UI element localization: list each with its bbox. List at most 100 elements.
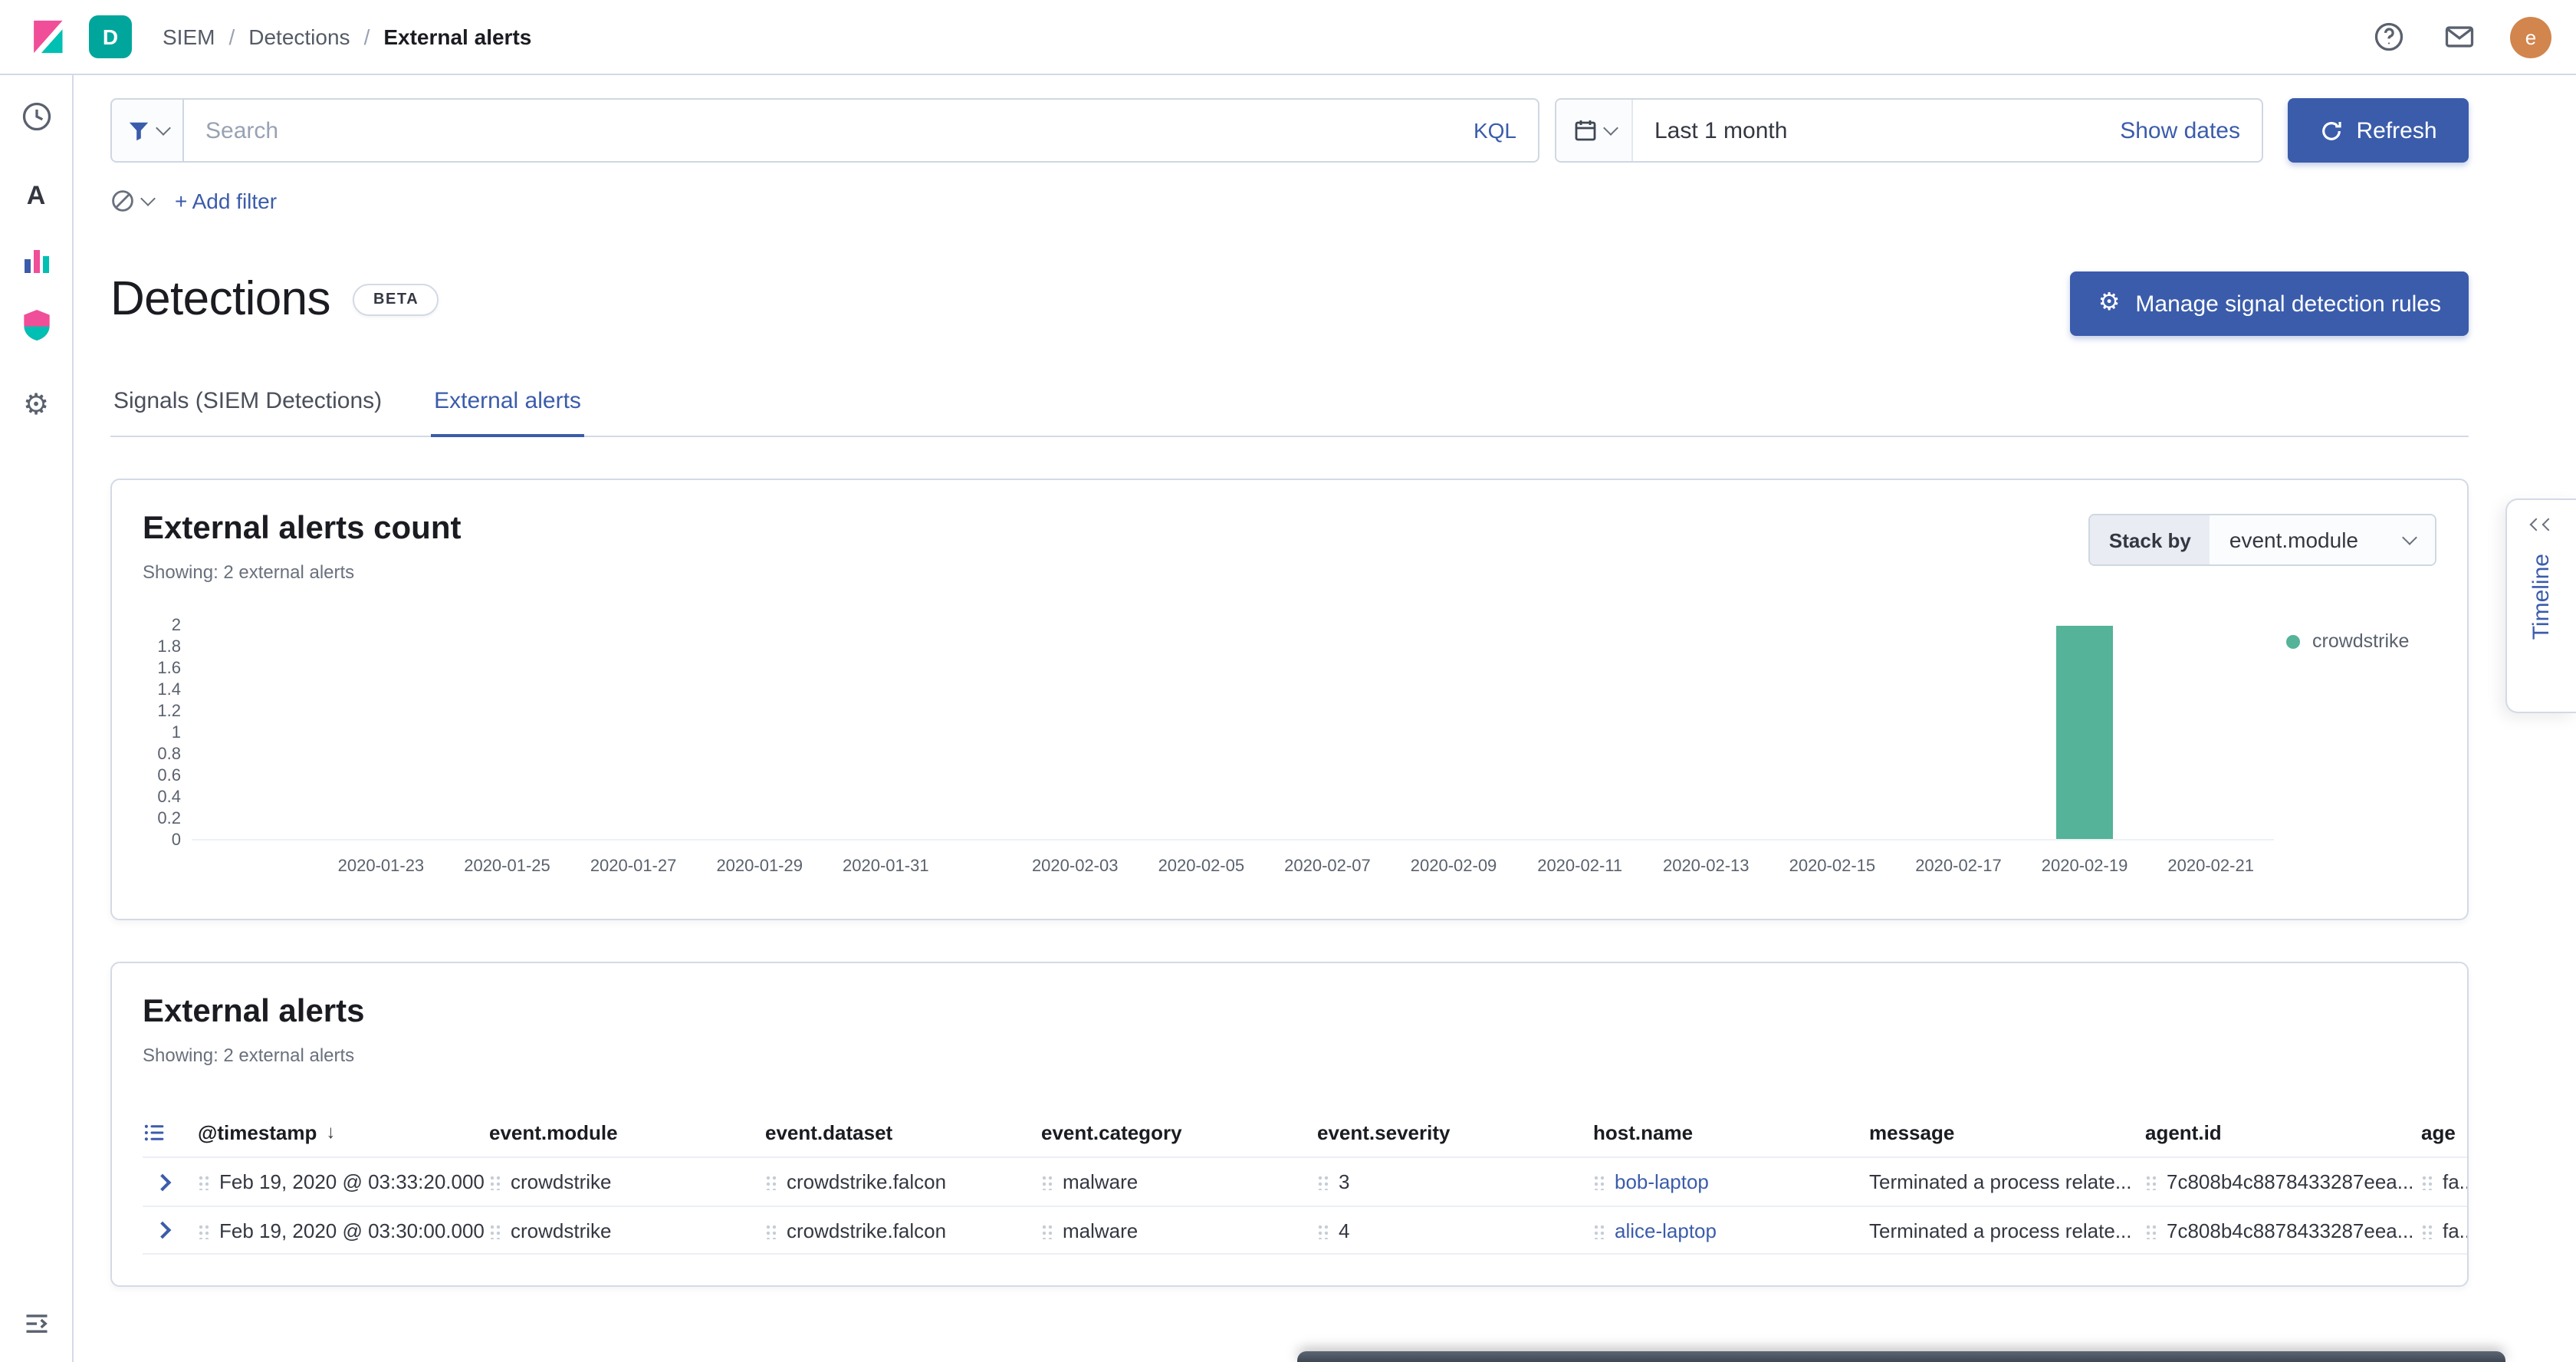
drag-handle-icon[interactable] [2145, 1173, 2156, 1190]
alerts-table-panel: External alerts Showing: 2 external aler… [110, 962, 2469, 1287]
timeline-flyout-toggle[interactable]: Timeline [2505, 498, 2576, 713]
drag-handle-icon[interactable] [2421, 1173, 2432, 1190]
saved-query-filter-icon [127, 119, 150, 142]
drag-handle-icon[interactable] [198, 1222, 209, 1239]
main-content: KQL Last 1 month Show dates Ref [74, 75, 2576, 1362]
refresh-icon [2319, 119, 2342, 142]
column-header[interactable]: @timestamp ↓ [198, 1120, 489, 1143]
management-gear-icon[interactable]: ⚙ [13, 382, 59, 428]
y-tick-label: 1.8 [157, 638, 181, 656]
cell-agent-id: 7c808b4c8878433287eea... [2145, 1170, 2421, 1193]
analytics-app-icon[interactable] [13, 238, 59, 284]
manage-rules-button[interactable]: ⚙ Manage signal detection rules [2071, 271, 2469, 336]
siem-app-icon[interactable] [13, 302, 59, 348]
chart-y-axis: 21.81.61.41.210.80.60.40.20 [143, 626, 192, 841]
alerts-count-showing: Showing: 2 external alerts [143, 561, 461, 583]
kql-toggle[interactable]: KQL [1474, 118, 1516, 143]
drag-handle-icon[interactable] [1041, 1222, 1052, 1239]
drag-handle-icon[interactable] [489, 1173, 500, 1190]
column-header[interactable]: message [1869, 1120, 2145, 1143]
column-header-label: message [1869, 1120, 1954, 1143]
tab-label: Signals (SIEM Detections) [113, 388, 382, 414]
drag-handle-icon[interactable] [489, 1222, 500, 1239]
help-icon[interactable] [2369, 17, 2409, 57]
x-tick-label: 2020-01-23 [338, 857, 425, 876]
x-tick-label: 2020-02-09 [1411, 857, 1497, 876]
column-header[interactable]: age [2421, 1120, 2467, 1143]
cell-event-dataset: crowdstrike.falcon [765, 1219, 1041, 1242]
column-header[interactable]: event.module [489, 1120, 765, 1143]
cell-agent-last: fa... [2421, 1219, 2467, 1242]
tab[interactable]: External alerts [431, 373, 584, 437]
time-range-value[interactable]: Last 1 month [1633, 117, 1787, 143]
drag-handle-icon[interactable] [1593, 1222, 1604, 1239]
y-tick-label: 0.6 [157, 767, 181, 785]
cell-message: Terminated a process relate... [1869, 1219, 2145, 1242]
timeline-bottom-bar[interactable] [1297, 1351, 2505, 1362]
drag-handle-icon[interactable] [1317, 1222, 1328, 1239]
breadcrumb-siem[interactable]: SIEM [163, 25, 215, 49]
cell-host-name: bob-laptop [1593, 1170, 1869, 1193]
drag-handle-icon[interactable] [1317, 1173, 1328, 1190]
x-tick-label: 2020-02-03 [1032, 857, 1119, 876]
cell-timestamp: Feb 19, 2020 @ 03:30:00.000 [198, 1219, 489, 1242]
top-bar: D SIEM / Detections / External alerts [0, 0, 2576, 75]
column-header[interactable]: event.severity [1317, 1120, 1593, 1143]
x-tick-label: 2020-02-05 [1158, 857, 1245, 876]
newsfeed-envelope-icon[interactable] [2440, 17, 2479, 57]
expand-row-button[interactable] [143, 1210, 182, 1250]
gear-icon: ⚙ [2098, 291, 2121, 316]
drag-handle-icon[interactable] [765, 1222, 776, 1239]
recently-viewed-clock-icon[interactable] [13, 94, 59, 140]
add-filter-link[interactable]: + Add filter [175, 189, 277, 213]
table-row: Feb 19, 2020 @ 03:33:20.000 crowdstrike … [143, 1156, 2467, 1206]
drag-handle-icon[interactable] [1593, 1173, 1604, 1190]
drag-handle-icon[interactable] [765, 1173, 776, 1190]
cell-event-severity: 4 [1317, 1219, 1593, 1242]
column-header-label: event.module [489, 1120, 618, 1143]
collapse-nav-icon[interactable] [13, 1301, 59, 1347]
drag-handle-icon[interactable] [2145, 1222, 2156, 1239]
y-tick-label: 0.2 [157, 810, 181, 828]
column-header[interactable]: event.dataset [765, 1120, 1041, 1143]
user-avatar[interactable]: e [2510, 16, 2551, 58]
refresh-button[interactable]: Refresh [2288, 98, 2469, 163]
breadcrumb-detections[interactable]: Detections [248, 25, 350, 49]
chevron-down-icon [2402, 529, 2417, 544]
chart-plot [192, 626, 2274, 841]
cell-event-category: malware [1041, 1219, 1317, 1242]
drag-handle-icon[interactable] [198, 1173, 209, 1190]
space-badge[interactable]: D [89, 15, 132, 58]
expand-row-button[interactable] [143, 1162, 182, 1202]
calendar-menu-button[interactable] [1556, 100, 1633, 161]
show-dates-link[interactable]: Show dates [2120, 117, 2262, 143]
breadcrumb-current: External alerts [383, 25, 531, 49]
drag-handle-icon[interactable] [1041, 1173, 1052, 1190]
stack-by-label: Stack by [2091, 515, 2210, 564]
calendar-icon [1572, 118, 1597, 143]
search-input[interactable] [205, 117, 1458, 143]
app-a-letter: A [27, 181, 46, 212]
chevron-right-icon [154, 1173, 172, 1191]
chart-legend-item[interactable]: crowdstrike [2274, 629, 2436, 653]
customize-columns-icon[interactable] [143, 1120, 166, 1143]
date-picker: Last 1 month Show dates [1555, 98, 2263, 163]
stack-by-select[interactable]: event.module [2210, 515, 2435, 564]
drag-handle-icon[interactable] [2421, 1222, 2432, 1239]
column-header[interactable]: host.name [1593, 1120, 1869, 1143]
tab[interactable]: Signals (SIEM Detections) [110, 373, 385, 437]
saved-query-menu-button[interactable] [110, 98, 184, 163]
filter-set-menu-button[interactable] [110, 189, 153, 213]
column-header-label: event.dataset [765, 1120, 892, 1143]
app-a-icon[interactable]: A [13, 173, 59, 219]
column-header[interactable]: event.category [1041, 1120, 1317, 1143]
host-name-link[interactable]: bob-laptop [1615, 1170, 1709, 1193]
cell-timestamp: Feb 19, 2020 @ 03:33:20.000 [198, 1170, 489, 1193]
column-header-label: event.severity [1317, 1120, 1450, 1143]
x-tick-label: 2020-01-25 [464, 857, 550, 876]
beta-badge: BETA [353, 283, 439, 315]
column-header[interactable]: agent.id [2145, 1120, 2421, 1143]
kibana-logo-icon[interactable] [25, 14, 71, 60]
host-name-link[interactable]: alice-laptop [1615, 1219, 1717, 1242]
bar-crowdstrike[interactable] [2056, 626, 2113, 839]
